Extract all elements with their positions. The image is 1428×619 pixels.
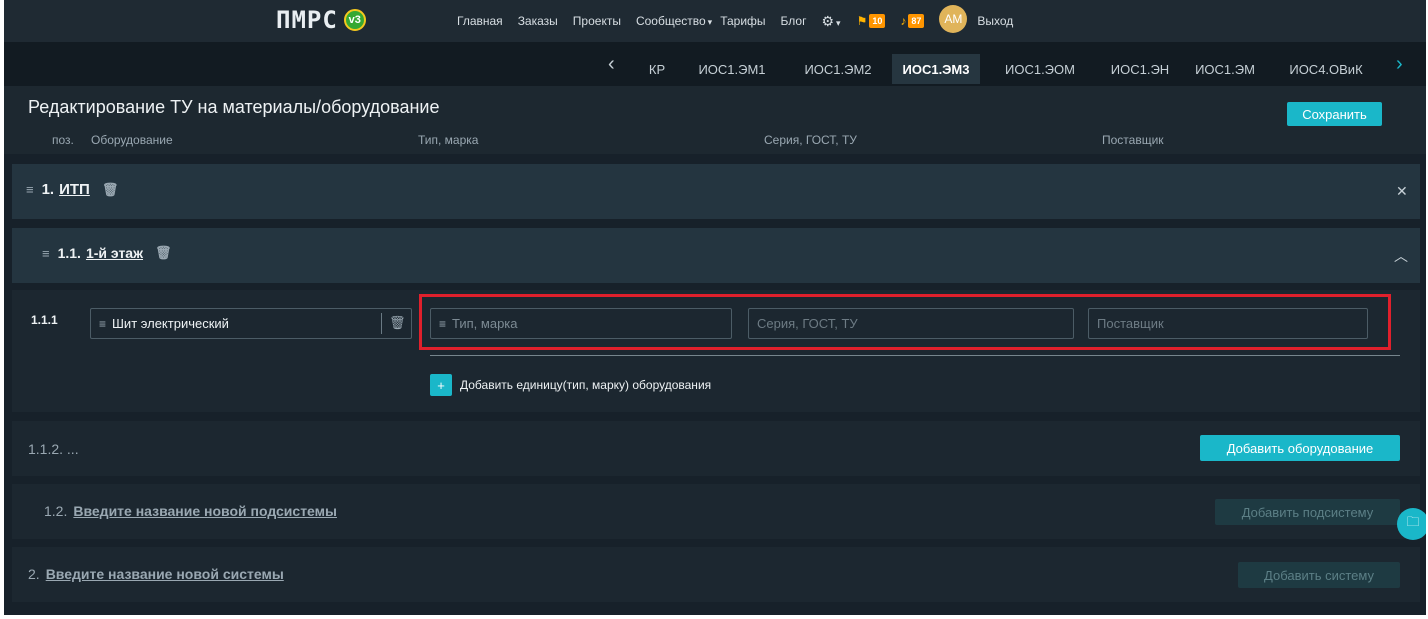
add-equipment-button[interactable]: Добавить оборудование [1200, 435, 1400, 461]
system-number: 1. [41, 181, 55, 198]
divider [430, 355, 1400, 356]
app-frame: ПМРС v3 Главная Заказы Проекты Сообществ… [4, 0, 1426, 615]
nav-community[interactable]: Сообщество ▾ [636, 14, 712, 28]
column-header-supplier: Поставщик [1102, 133, 1164, 147]
trash-icon[interactable]: 🗑 [102, 182, 119, 198]
subsystem-section: ≡ 1.1. 1-й этаж 🗑 ︿ [12, 228, 1420, 283]
new-subsystem-number: 1.2. [44, 503, 68, 519]
subsystem-name[interactable]: 1-й этаж [86, 245, 143, 261]
supplier-field[interactable]: Поставщик [1088, 308, 1368, 339]
divider [381, 313, 382, 334]
nav-blog[interactable]: Блог [781, 14, 807, 28]
column-header-equipment: Оборудование [91, 133, 173, 147]
type-field[interactable]: ≡ Тип, марка [430, 308, 732, 339]
chevron-right-icon: › [1396, 53, 1403, 75]
notifications-count: 87 [908, 14, 925, 28]
new-system-name[interactable]: Введите название новой системы [46, 566, 284, 582]
page-title: Редактирование ТУ на материалы/оборудова… [28, 97, 440, 117]
add-unit-button[interactable]: + Добавить единицу(тип, марку) оборудова… [430, 374, 711, 396]
nav-tariffs[interactable]: Тарифы [720, 14, 765, 28]
collapse-icon[interactable]: ✕ [1396, 183, 1408, 200]
add-subsystem-button[interactable]: Добавить подсистему [1215, 499, 1400, 525]
new-system-title: 2. Введите название новой системы [28, 566, 284, 582]
drag-handle-icon[interactable]: ≡ [439, 317, 446, 331]
settings-menu[interactable]: ⚙ ▾ [821, 13, 840, 30]
system-title: ≡ 1. ИТП 🗑 [26, 181, 118, 198]
tabs-prev-button[interactable]: ‹ [608, 54, 615, 74]
add-system-button[interactable]: Добавить систему [1238, 562, 1400, 588]
tab-ios1-em3[interactable]: ИОС1.ЭМ3 [892, 54, 980, 84]
system-name[interactable]: ИТП [59, 181, 90, 198]
subsystem-number: 1.1. [57, 245, 81, 261]
supplier-placeholder: Поставщик [1097, 316, 1164, 331]
top-navbar: ПМРС v3 Главная Заказы Проекты Сообществ… [4, 0, 1426, 42]
chevron-down-icon: ▾ [836, 17, 841, 28]
column-header-pos: поз. [52, 133, 74, 147]
gear-icon: ⚙ [821, 12, 835, 29]
tab-ios1-em1[interactable]: ИОС1.ЭМ1 [690, 54, 774, 84]
avatar[interactable]: АМ [939, 5, 968, 33]
equipment-value: Шит электрический [112, 316, 229, 331]
save-button[interactable]: Сохранить [1287, 102, 1382, 126]
equipment-row: 1.1.1 ≡ Шит электрический 🗑 ≡ Тип, марка… [12, 290, 1420, 412]
trash-icon[interactable]: 🗑 [389, 315, 406, 331]
new-subsystem-row: 1.2. Введите название новой подсистемы Д… [12, 484, 1420, 539]
add-unit-label: Добавить единицу(тип, марку) оборудовани… [460, 378, 712, 392]
series-placeholder: Серия, ГОСТ, ТУ [757, 316, 858, 331]
add-folder-button[interactable]: 🗀 [1397, 508, 1426, 540]
nav-home[interactable]: Главная [457, 14, 503, 28]
subsystem-title: ≡ 1.1. 1-й этаж 🗑 [42, 245, 172, 261]
series-field[interactable]: Серия, ГОСТ, ТУ [748, 308, 1074, 339]
chevron-left-icon: ‹ [608, 53, 615, 75]
messages-button[interactable]: ⚑ 10 [857, 14, 886, 28]
tab-ios4-ovik[interactable]: ИОС4.ОВиК [1276, 54, 1376, 84]
new-item-position: 1.1.2. ... [28, 441, 79, 457]
section-tabs: ‹ КР ИОС1.ЭМ1 ИОС1.ЭМ2 ИОС1.ЭМ3 ИОС1.ЭОМ… [4, 42, 1426, 86]
new-equipment-row: 1.1.2. ... Добавить оборудование [12, 421, 1420, 476]
item-position: 1.1.1 [31, 313, 58, 327]
tab-ios1-em[interactable]: ИОС1.ЭМ [1186, 54, 1264, 84]
logout-link[interactable]: Выход [977, 14, 1013, 28]
messages-count: 10 [869, 14, 886, 28]
new-subsystem-name[interactable]: Введите название новой подсистемы [73, 503, 337, 519]
tab-ios1-en[interactable]: ИОС1.ЭН [1100, 54, 1180, 84]
version-badge: v3 [343, 9, 366, 31]
new-system-row: 2. Введите название новой системы Добави… [12, 547, 1420, 602]
tab-ios1-eom[interactable]: ИОС1.ЭОМ [992, 54, 1088, 84]
nav-projects[interactable]: Проекты [573, 14, 621, 28]
nav-community-label: Сообщество [635, 14, 706, 28]
tab-kr[interactable]: КР [636, 54, 678, 84]
column-header-series: Серия, ГОСТ, ТУ [764, 133, 857, 147]
tabs-next-button[interactable]: › [1396, 54, 1403, 74]
add-folder-icon: 🗀 [1406, 514, 1420, 529]
logo-text: ПМРС [276, 6, 338, 34]
chevron-down-icon: ▾ [707, 17, 713, 27]
drag-handle-icon[interactable]: ≡ [99, 317, 106, 331]
system-section: ≡ 1. ИТП 🗑 ✕ [12, 164, 1420, 219]
notifications-button[interactable]: ♪ 87 [900, 14, 925, 28]
page-header: Редактирование ТУ на материалы/оборудова… [4, 86, 1426, 154]
main-menu: Главная Заказы Проекты Сообщество ▾ Тариф… [457, 5, 1028, 33]
chevron-up-icon[interactable]: ︿ [1394, 246, 1408, 266]
new-subsystem-title: 1.2. Введите название новой подсистемы [44, 503, 337, 519]
nav-orders[interactable]: Заказы [518, 14, 558, 28]
type-placeholder: Тип, марка [452, 316, 518, 331]
tab-ios1-em2[interactable]: ИОС1.ЭМ2 [796, 54, 880, 84]
logo[interactable]: ПМРС v3 [276, 6, 366, 34]
drag-handle-icon[interactable]: ≡ [42, 246, 50, 261]
drag-handle-icon[interactable]: ≡ [26, 182, 34, 197]
column-header-type: Тип, марка [418, 133, 479, 147]
new-system-number: 2. [28, 566, 40, 582]
trash-icon[interactable]: 🗑 [155, 245, 172, 261]
bell-icon: ♪ [900, 14, 907, 28]
plus-icon: + [430, 374, 452, 396]
flag-icon: ⚑ [856, 14, 868, 28]
equipment-field[interactable]: ≡ Шит электрический 🗑 [90, 308, 412, 339]
